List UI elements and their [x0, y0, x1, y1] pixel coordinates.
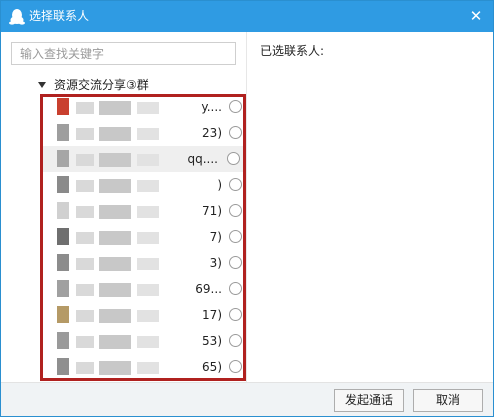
select-radio[interactable] — [229, 334, 242, 347]
contact-name-suffix: 71) — [202, 204, 222, 218]
contact-name-suffix: qq.... — [187, 152, 219, 166]
avatar — [57, 332, 69, 349]
redacted-name-block — [76, 154, 94, 166]
select-radio[interactable] — [229, 308, 242, 321]
contact-row[interactable]: 17) — [41, 302, 246, 328]
contact-row[interactable]: qq.... — [41, 146, 246, 172]
select-radio[interactable] — [227, 152, 240, 165]
avatar — [57, 98, 69, 115]
avatar — [57, 176, 69, 193]
redacted-name-block — [137, 362, 159, 374]
redacted-name-block — [137, 232, 159, 244]
avatar — [57, 254, 69, 271]
redacted-name-block — [137, 336, 159, 348]
contact-list[interactable]: y.... 23) qq....) 71) 7) 3) 69... 17) 53) 65) — [41, 94, 246, 382]
avatar — [57, 202, 69, 219]
search-input[interactable] — [11, 42, 236, 65]
contact-row[interactable]: y.... — [41, 94, 246, 120]
select-radio[interactable] — [229, 282, 242, 295]
contact-name-suffix: 65) — [202, 360, 222, 374]
select-radio[interactable] — [229, 230, 242, 243]
redacted-name-block — [137, 180, 159, 192]
redacted-name-block — [99, 179, 131, 193]
redacted-name-block — [99, 127, 131, 141]
cancel-button[interactable]: 取消 — [413, 389, 483, 412]
select-radio[interactable] — [229, 204, 242, 217]
redacted-name-block — [137, 206, 159, 218]
redacted-name-block — [99, 101, 131, 115]
contact-row[interactable]: 53) — [41, 328, 246, 354]
redacted-name-block — [99, 283, 131, 297]
redacted-name-block — [99, 361, 131, 375]
avatar — [57, 150, 69, 167]
redacted-name-block — [99, 231, 131, 245]
group-label: 资源交流分享③群 — [54, 78, 149, 92]
redacted-name-block — [76, 128, 94, 140]
redacted-name-block — [99, 257, 131, 271]
redacted-name-block — [99, 205, 131, 219]
contact-name-suffix: 7) — [209, 230, 222, 244]
redacted-name-block — [137, 128, 159, 140]
redacted-name-block — [76, 258, 94, 270]
select-radio[interactable] — [229, 100, 242, 113]
redacted-name-block — [137, 284, 159, 296]
redacted-name-block — [137, 102, 159, 114]
avatar — [57, 306, 69, 323]
avatar — [57, 358, 69, 375]
contact-row[interactable]: ) — [41, 172, 246, 198]
redacted-name-block — [76, 362, 94, 374]
contact-picker-pane: 资源交流分享③群 y.... 23) qq....) 71) 7) 3) 69... 17) 5… — [1, 32, 247, 382]
redacted-name-block — [76, 232, 94, 244]
contact-name-suffix: 17) — [202, 308, 222, 322]
start-call-button[interactable]: 发起通话 — [334, 389, 404, 412]
redacted-name-block — [137, 310, 159, 322]
contact-name-suffix: 23) — [202, 126, 222, 140]
avatar — [57, 124, 69, 141]
select-contacts-dialog: 选择联系人 ✕ 资源交流分享③群 y.... 23) qq....) 71) 7) 3) 6… — [0, 0, 494, 417]
select-radio[interactable] — [229, 360, 242, 373]
contact-name-suffix: ) — [217, 178, 222, 192]
avatar — [57, 280, 69, 297]
redacted-name-block — [76, 284, 94, 296]
redacted-name-block — [137, 258, 159, 270]
contact-name-suffix: y.... — [201, 100, 222, 114]
redacted-name-block — [99, 153, 131, 167]
redacted-name-block — [76, 206, 94, 218]
contact-row[interactable]: 69... — [41, 276, 246, 302]
select-radio[interactable] — [229, 126, 242, 139]
contact-row[interactable]: 23) — [41, 120, 246, 146]
selected-contacts-pane: 已选联系人: — [247, 32, 493, 382]
close-button[interactable]: ✕ — [467, 7, 485, 25]
dialog-footer: 发起通话 取消 — [1, 382, 493, 416]
contact-row[interactable]: 7) — [41, 224, 246, 250]
qq-penguin-icon — [9, 9, 25, 25]
redacted-name-block — [99, 309, 131, 323]
redacted-name-block — [137, 154, 159, 166]
select-radio[interactable] — [229, 178, 242, 191]
avatar — [57, 228, 69, 245]
redacted-name-block — [76, 102, 94, 114]
contact-name-suffix: 69... — [195, 282, 222, 296]
select-radio[interactable] — [229, 256, 242, 269]
selected-contacts-label: 已选联系人: — [260, 44, 325, 58]
redacted-name-block — [76, 310, 94, 322]
close-icon: ✕ — [469, 7, 483, 25]
redacted-name-block — [76, 336, 94, 348]
window-title: 选择联系人 — [29, 9, 90, 23]
contact-row[interactable]: 71) — [41, 198, 246, 224]
contact-name-suffix: 3) — [209, 256, 222, 270]
caret-down-icon — [38, 82, 46, 88]
title-bar[interactable]: 选择联系人 ✕ — [1, 1, 493, 32]
redacted-name-block — [99, 335, 131, 349]
redacted-name-block — [76, 180, 94, 192]
contact-name-suffix: 53) — [202, 334, 222, 348]
contact-row[interactable]: 65) — [41, 354, 246, 380]
contact-row[interactable]: 3) — [41, 250, 246, 276]
